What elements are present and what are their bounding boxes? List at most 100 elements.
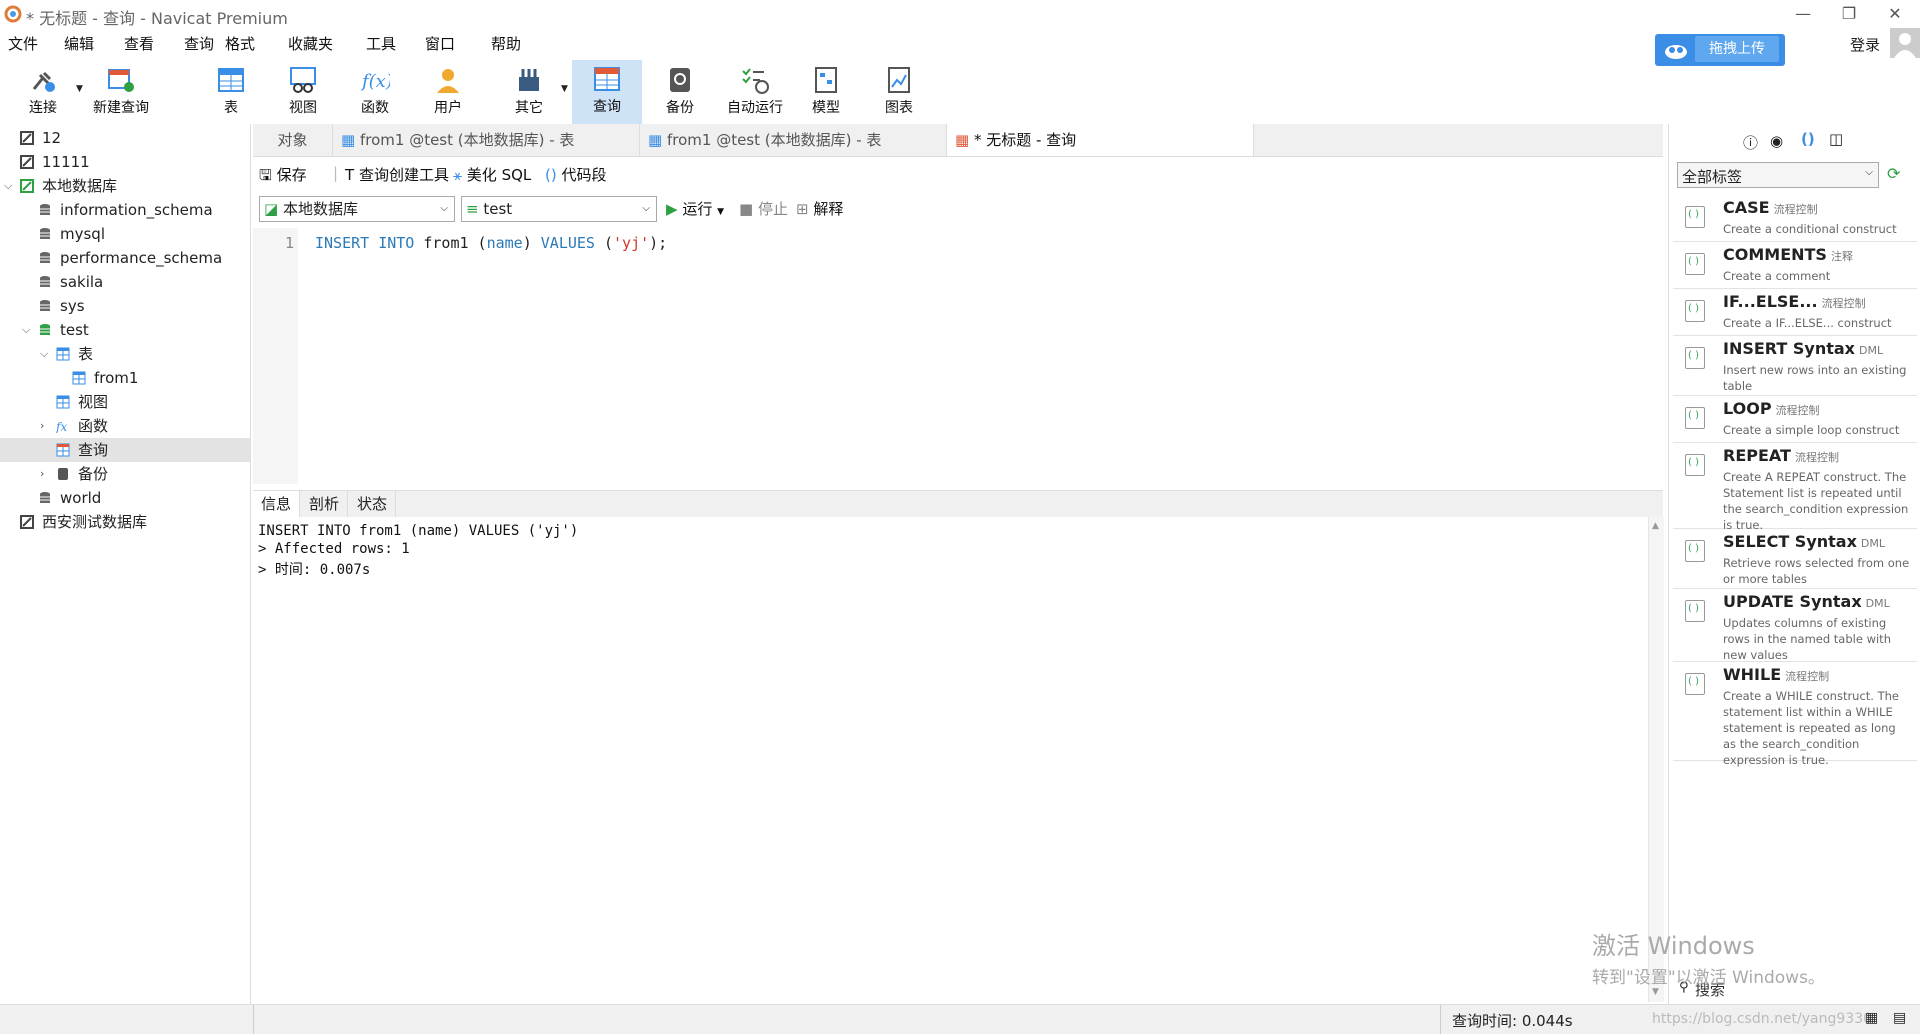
snippet-item[interactable]: LOOP流程控制 Create a simple loop construct bbox=[1673, 395, 1917, 443]
snippet-category: 流程控制 bbox=[1775, 404, 1820, 417]
tree-item-label: information_schema bbox=[60, 201, 213, 219]
chevron-right-icon[interactable]: › bbox=[40, 414, 44, 438]
toolbar-connection-button[interactable]: 连接 bbox=[8, 61, 78, 123]
layout-icon[interactable]: ◫ bbox=[1829, 130, 1843, 148]
snippet-item[interactable]: UPDATE SyntaxDML Updates columns of exist… bbox=[1673, 588, 1917, 662]
tree-item[interactable]: 西安测试数据库 bbox=[0, 510, 250, 534]
tree-item[interactable]: 视图 bbox=[0, 390, 250, 414]
toolbar-other-button[interactable]: 其它 bbox=[494, 61, 564, 123]
tree-item[interactable]: 12 bbox=[0, 126, 250, 150]
snippet-item[interactable]: CASE流程控制 Create a conditional construct bbox=[1673, 194, 1917, 242]
info-icon[interactable]: ⓘ bbox=[1743, 132, 1758, 153]
toolbar-model-button[interactable]: 模型 bbox=[791, 61, 861, 123]
database-select[interactable]: ≡ test ⌵ bbox=[461, 196, 657, 222]
snippet-item[interactable]: SELECT SyntaxDML Retrieve rows selected f… bbox=[1673, 528, 1917, 589]
tab-objects[interactable]: 对象 bbox=[253, 124, 333, 156]
menu-edit[interactable]: 编辑 bbox=[64, 33, 94, 54]
tag-filter-select[interactable]: 全部标签 ⌵ bbox=[1677, 162, 1879, 188]
snippet-item[interactable]: INSERT Syntax DML Insert new rows into an … bbox=[1673, 335, 1917, 396]
snippet-item[interactable]: REPEAT流程控制 Create A REPEAT construct. The… bbox=[1673, 442, 1917, 532]
tab-untitled-query[interactable]: ▦ * 无标题 - 查询 bbox=[947, 124, 1254, 156]
code-token: ); bbox=[649, 234, 668, 252]
snippet-name: LOOP bbox=[1723, 399, 1772, 418]
toolbar-user-button[interactable]: 用户 bbox=[413, 61, 483, 123]
chevron-right-icon[interactable]: › bbox=[40, 462, 44, 486]
dropdown-arrow-icon[interactable]: ▼ bbox=[76, 84, 83, 94]
scroll-down-icon[interactable]: ▼ bbox=[1652, 987, 1659, 997]
tree-item[interactable]: mysql bbox=[0, 222, 250, 246]
toolbar-auto-run-button[interactable]: 自动运行 bbox=[718, 61, 792, 123]
stop-button[interactable]: ■ 停止 bbox=[739, 198, 788, 219]
toolbar-new-query-button[interactable]: 新建查询 bbox=[86, 61, 156, 123]
snippet-item[interactable]: WHILE流程控制 Create a WHILE construct. The s… bbox=[1673, 661, 1917, 767]
dropdown-arrow-icon[interactable]: ▼ bbox=[561, 84, 568, 94]
tree-item[interactable]: › fx 函数 bbox=[0, 414, 250, 438]
avatar[interactable] bbox=[1890, 28, 1920, 58]
tree-item[interactable]: world bbox=[0, 486, 250, 510]
snippet-category: 流程控制 bbox=[1821, 297, 1866, 310]
beautify-sql-button[interactable]: ⚹ 美化 SQL bbox=[453, 164, 531, 185]
toolbar-view-button[interactable]: 视图 bbox=[268, 61, 338, 123]
tree-item[interactable]: sakila bbox=[0, 270, 250, 294]
snippet-item[interactable]: COMMENTS注释 Create a comment bbox=[1673, 241, 1917, 289]
toolbar-query-button[interactable]: 查询 bbox=[572, 60, 642, 124]
chevron-down-icon[interactable]: ⌵ bbox=[4, 174, 12, 198]
explain-button[interactable]: ⊞ 解释 bbox=[796, 198, 843, 219]
connection-select[interactable]: ◪ 本地数据库 ⌵ bbox=[259, 196, 455, 222]
tab-table-from1-2[interactable]: ▦ from1 @test (本地数据库) - 表 bbox=[640, 124, 947, 156]
code-token: INSERT bbox=[315, 234, 370, 252]
menu-view[interactable]: 查看 bbox=[124, 33, 154, 54]
toolbar-function-button[interactable]: f(x) 函数 bbox=[340, 61, 410, 123]
snippet-description: Create a conditional construct bbox=[1723, 222, 1897, 236]
toolbar-user-label: 用户 bbox=[434, 100, 462, 116]
scroll-up-icon[interactable]: ▲ bbox=[1652, 521, 1659, 531]
menu-window[interactable]: 窗口 bbox=[425, 33, 455, 54]
code-snippet-button[interactable]: () 代码段 bbox=[545, 164, 607, 185]
menu-format[interactable]: 格式 bbox=[225, 33, 255, 54]
tree-item[interactable]: 查询 bbox=[0, 438, 250, 462]
chevron-down-icon[interactable]: ⌵ bbox=[22, 318, 30, 342]
snippet-icon[interactable]: () bbox=[1801, 130, 1815, 148]
form-view-icon[interactable]: ▤ bbox=[1893, 1010, 1906, 1026]
tree-item[interactable]: from1 bbox=[0, 366, 250, 390]
restore-button[interactable]: ❐ bbox=[1826, 0, 1872, 28]
toolbar-chart-button[interactable]: 图表 bbox=[864, 61, 934, 123]
tree-item[interactable]: 11111 bbox=[0, 150, 250, 174]
tab-info[interactable]: 信息 bbox=[253, 491, 301, 517]
tree-item[interactable]: sys bbox=[0, 294, 250, 318]
save-button[interactable]: 🖫 保存 bbox=[259, 164, 307, 190]
toolbar-table-button[interactable]: 表 bbox=[196, 61, 266, 123]
snippet-file-icon bbox=[1685, 454, 1705, 476]
menu-file[interactable]: 文件 bbox=[8, 33, 38, 54]
tree-item[interactable]: ⌵ 表 bbox=[0, 342, 250, 366]
menu-favorites[interactable]: 收藏夹 bbox=[288, 33, 333, 54]
toolbar-backup-button[interactable]: 备份 bbox=[645, 61, 715, 123]
sql-editor[interactable]: 1 INSERT INTO from1 (name) VALUES ('yj')… bbox=[253, 228, 1663, 484]
tree-item[interactable]: information_schema bbox=[0, 198, 250, 222]
tree-item[interactable]: ⌵ 本地数据库 bbox=[0, 174, 250, 198]
tab-table-from1[interactable]: ▦ from1 @test (本地数据库) - 表 bbox=[333, 124, 640, 156]
tab-status[interactable]: 状态 bbox=[349, 491, 397, 517]
minimize-button[interactable]: — bbox=[1780, 0, 1826, 28]
snippet-item[interactable]: IF...ELSE...流程控制 Create a IF...ELSE... co… bbox=[1673, 288, 1917, 336]
menu-help[interactable]: 帮助 bbox=[491, 33, 521, 54]
menu-query[interactable]: 查询 bbox=[184, 33, 214, 54]
login-link[interactable]: 登录 bbox=[1850, 34, 1880, 55]
tree-item[interactable]: › 备份 bbox=[0, 462, 250, 486]
chevron-down-icon[interactable]: ⌵ bbox=[40, 342, 48, 366]
snippet-file-icon bbox=[1685, 540, 1705, 562]
tab-profile[interactable]: 剖析 bbox=[301, 491, 349, 517]
toolbar-function-label: 函数 bbox=[361, 100, 389, 116]
menu-tools[interactable]: 工具 bbox=[366, 33, 396, 54]
preview-icon[interactable]: ◉ bbox=[1770, 132, 1783, 150]
chevron-down-icon: ⌵ bbox=[440, 203, 448, 214]
grid-view-icon[interactable]: ▦ bbox=[1865, 1010, 1878, 1026]
tree-item[interactable]: performance_schema bbox=[0, 246, 250, 270]
query-builder-button[interactable]: T 查询创建工具 bbox=[345, 164, 449, 185]
run-button[interactable]: ▶ 运行 ▼ bbox=[666, 198, 724, 219]
tree-item[interactable]: ⌵ test bbox=[0, 318, 250, 342]
close-button[interactable]: ✕ bbox=[1872, 0, 1918, 28]
snippet-description: Updates columns of existing rows in the … bbox=[1723, 616, 1891, 662]
connection-icon bbox=[32, 71, 55, 92]
refresh-icon[interactable]: ⟳ bbox=[1887, 164, 1900, 183]
